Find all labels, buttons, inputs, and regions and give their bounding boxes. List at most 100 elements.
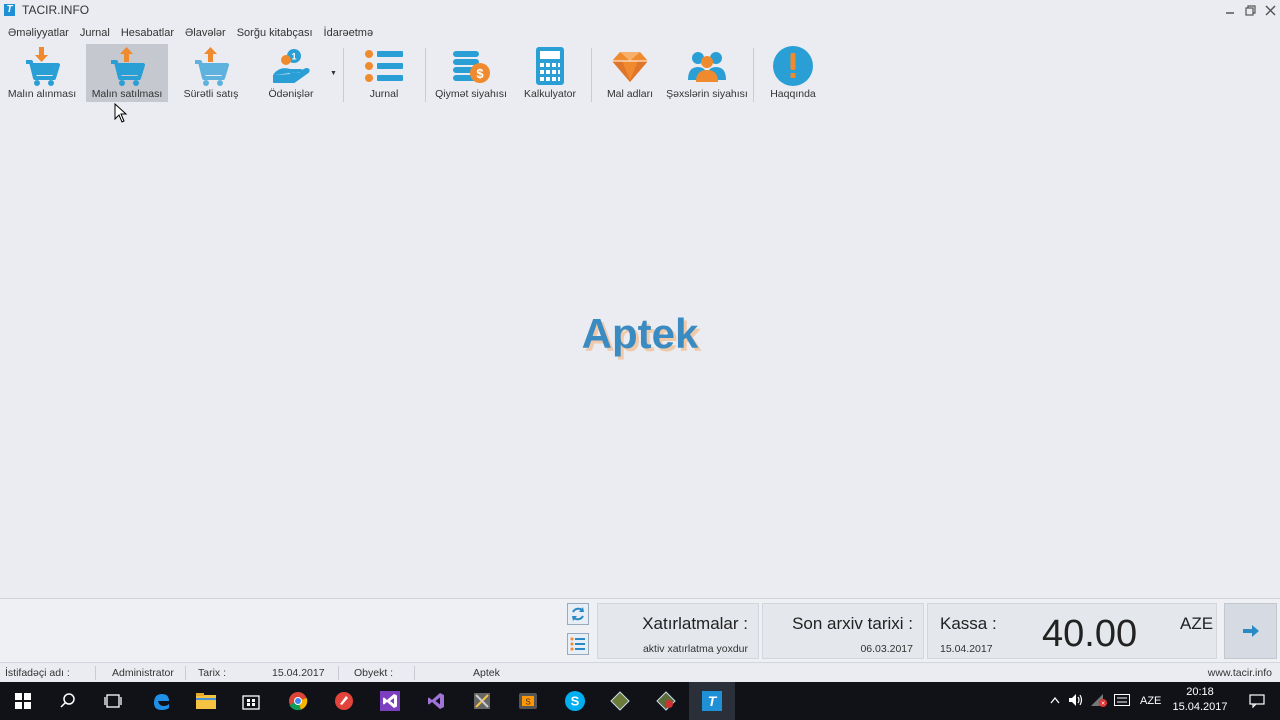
diamond-icon: [608, 44, 652, 88]
calculator-icon: [528, 44, 572, 88]
app-gear-icon[interactable]: [643, 682, 689, 720]
window-controls: [1220, 0, 1280, 20]
archive-title: Son arxiv tarixi :: [792, 614, 913, 633]
status-separator: [185, 666, 186, 680]
svg-text:S: S: [571, 694, 580, 709]
edge-browser-icon[interactable]: [138, 682, 184, 720]
tools-icon[interactable]: [459, 682, 505, 720]
about-label: Haqqında: [770, 88, 816, 100]
list-small-icon: [570, 637, 585, 651]
dollar-glyph: $: [476, 66, 484, 81]
coins-dollar-icon: $: [449, 44, 493, 88]
chrome-icon[interactable]: [275, 682, 321, 720]
minimize-icon[interactable]: [1220, 0, 1240, 20]
object-label: Obyekt :: [354, 667, 394, 679]
goods-names-label: Mal adları: [606, 88, 654, 100]
payments-button[interactable]: 1 Ödənişlər: [262, 44, 320, 102]
app-logo-icon: T: [4, 4, 15, 16]
kassa-date: 15.04.2017: [940, 643, 993, 655]
clock-time: 20:18: [1186, 686, 1214, 698]
price-list-label: Qiymət siyahısı: [435, 88, 507, 100]
proceed-button[interactable]: [1224, 603, 1277, 659]
store-icon[interactable]: [228, 682, 274, 720]
svg-text:S: S: [525, 698, 530, 707]
kassa-box: Kassa : 15.04.2017 40.00 AZE: [927, 603, 1217, 659]
journal-button[interactable]: Jurnal: [358, 44, 410, 102]
volume-icon[interactable]: [1068, 693, 1084, 710]
aptek-logo: Aptek: [581, 310, 699, 357]
tacir-app-icon[interactable]: T: [689, 682, 735, 720]
language-indicator[interactable]: AZE: [1140, 695, 1161, 707]
archive-date: 06.03.2017: [860, 643, 913, 655]
search-icon[interactable]: [45, 682, 91, 720]
sale-button[interactable]: Malın satılması: [86, 44, 168, 102]
calculator-button[interactable]: Kalkulyator: [520, 44, 580, 102]
quick-sale-button[interactable]: Sürətli satış: [178, 44, 244, 102]
menu-jurnal[interactable]: Jurnal: [74, 27, 115, 39]
skype-icon[interactable]: S: [552, 682, 598, 720]
tacir-taskbar-letter: T: [708, 693, 718, 709]
svg-text:×: ×: [1101, 700, 1105, 707]
visual-studio-2-icon[interactable]: [413, 682, 459, 720]
list-view-button[interactable]: [567, 633, 589, 655]
task-view-icon[interactable]: [90, 682, 136, 720]
ribbon-toolbar: Malın alınması Malın satılması Sürətli s…: [0, 44, 1280, 104]
notification-center-icon[interactable]: [1234, 682, 1280, 720]
status-separator: [414, 666, 415, 680]
system-tray: × AZE: [1050, 682, 1161, 720]
object-value: Aptek: [473, 667, 500, 679]
purchase-label: Malın alınması: [7, 88, 77, 100]
user-value: Administrator: [112, 667, 174, 679]
sale-label: Malın satılması: [91, 88, 163, 100]
clock-date: 15.04.2017: [1172, 701, 1228, 713]
tray-up-arrow-icon[interactable]: [1050, 695, 1060, 707]
window-title: TACIR.INFO: [22, 3, 90, 17]
close-icon[interactable]: [1260, 0, 1280, 20]
ribbon-separator: [425, 48, 426, 102]
clock[interactable]: 20:18 15.04.2017: [1168, 685, 1232, 715]
calculator-label: Kalkulyator: [524, 88, 576, 100]
persons-list-label: Şəxslərin siyahısı: [666, 88, 748, 100]
people-icon: [685, 44, 729, 88]
date-label: Tarix :: [198, 667, 227, 679]
status-separator: [95, 666, 96, 680]
hand-coin-icon: 1: [269, 44, 313, 88]
menu-bar: Əməliyyatlar Jurnal Hesabatlar Əlavələr …: [0, 24, 378, 42]
menu-emeliyyatlar[interactable]: Əməliyyatlar: [0, 27, 74, 39]
app-red-icon[interactable]: [321, 682, 367, 720]
kassa-title: Kassa :: [940, 614, 997, 633]
arrow-right-icon: [1242, 625, 1259, 637]
payments-dropdown-icon[interactable]: ▼: [330, 70, 337, 77]
network-warning-icon[interactable]: ×: [1090, 693, 1108, 710]
ribbon-separator: [343, 48, 344, 102]
reminders-title: Xatırlatmalar :: [642, 614, 748, 633]
sublime-icon[interactable]: S: [505, 682, 551, 720]
windows-taskbar: S S T × AZE 20:18 15.04.2017: [0, 682, 1280, 720]
price-list-button[interactable]: $ Qiymət siyahısı: [432, 44, 510, 102]
archive-box: Son arxiv tarixi : 06.03.2017: [762, 603, 924, 659]
persons-list-button[interactable]: Şəxslərin siyahısı: [664, 44, 750, 102]
quick-sale-label: Sürətli satış: [183, 88, 239, 100]
about-button[interactable]: Haqqında: [764, 44, 822, 102]
menu-sorgu-kitabcasi[interactable]: Sorğu kitabçası: [231, 27, 318, 39]
refresh-button[interactable]: [567, 603, 589, 625]
file-explorer-icon[interactable]: [183, 682, 229, 720]
exclamation-icon: [771, 44, 815, 88]
status-separator: [338, 666, 339, 680]
windows-start-icon[interactable]: [0, 682, 46, 720]
app-green-icon[interactable]: [597, 682, 643, 720]
purchase-button[interactable]: Malın alınması: [4, 44, 80, 102]
bottom-info-panel: Xatırlatmalar : aktiv xatırlatma yoxdur …: [0, 598, 1280, 662]
goods-names-button[interactable]: Mal adları: [602, 44, 658, 102]
website-link[interactable]: www.tacir.info: [1208, 667, 1272, 679]
visual-studio-icon[interactable]: [367, 682, 413, 720]
restore-icon[interactable]: [1240, 0, 1260, 20]
menu-hesabatlar[interactable]: Hesabatlar: [115, 27, 179, 39]
menu-elaveler[interactable]: Əlavələr: [179, 27, 231, 39]
kassa-currency: AZE: [1180, 614, 1214, 633]
refresh-icon: [572, 607, 584, 621]
ribbon-separator: [591, 48, 592, 102]
menu-idareetme[interactable]: İdarəetmə: [318, 27, 379, 39]
date-value: 15.04.2017: [272, 667, 325, 679]
keyboard-icon[interactable]: [1114, 693, 1130, 709]
